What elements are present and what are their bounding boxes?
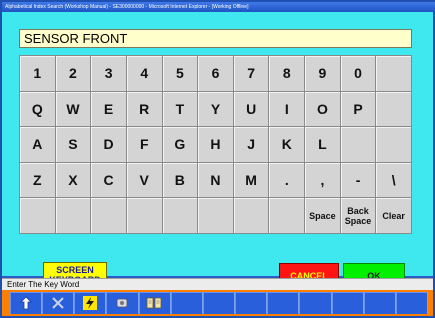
key-z[interactable]: Z xyxy=(20,162,56,199)
on-screen-keyboard: 1 2 3 4 5 6 7 8 9 0 Q W E R T Y U I O P A S D F G H J K L Z X C V B N M., - \… xyxy=(19,55,412,234)
book-icon xyxy=(146,295,162,311)
key-i[interactable]: I xyxy=(269,91,306,128)
key-6[interactable]: 6 xyxy=(198,56,234,92)
toolbar-blank-button[interactable] xyxy=(267,292,300,314)
key-c[interactable]: C xyxy=(91,162,127,199)
search-input[interactable]: SENSOR FRONT xyxy=(19,29,412,48)
key-w[interactable]: W xyxy=(55,91,92,128)
key-9[interactable]: 9 xyxy=(305,56,341,92)
key-l[interactable]: L xyxy=(305,127,341,163)
key-n[interactable]: N xyxy=(198,162,234,199)
lightning-button[interactable] xyxy=(74,292,107,314)
browser-window: Alphabetical Index Search (Workshop Manu… xyxy=(0,0,435,318)
key-t[interactable]: T xyxy=(162,91,199,128)
key-y[interactable]: Y xyxy=(198,91,234,128)
toolbar-blank-button[interactable] xyxy=(171,292,203,314)
parts-button[interactable] xyxy=(106,292,139,314)
status-bar: Enter The Key Word xyxy=(2,278,433,290)
key-v[interactable]: V xyxy=(126,162,163,199)
key-1[interactable]: 1 xyxy=(20,56,56,92)
key-j[interactable]: J xyxy=(233,127,270,163)
key-d[interactable]: D xyxy=(91,127,127,163)
key-blank[interactable] xyxy=(126,198,163,234)
key-2[interactable]: 2 xyxy=(55,56,92,92)
key-blank[interactable] xyxy=(20,198,56,234)
window-title: Alphabetical Index Search (Workshop Manu… xyxy=(2,2,435,12)
key-m[interactable]: M xyxy=(233,162,270,199)
key-4[interactable]: 4 xyxy=(126,56,163,92)
key-blank[interactable] xyxy=(376,91,412,128)
toolbar-blank-button[interactable] xyxy=(364,292,396,314)
toolbar-blank-button[interactable] xyxy=(396,292,429,314)
key-blank[interactable] xyxy=(269,198,306,234)
key-u[interactable]: U xyxy=(233,91,270,128)
key-5[interactable]: 5 xyxy=(162,56,199,92)
toolbar-buttons xyxy=(10,292,429,314)
key-r[interactable]: R xyxy=(126,91,163,128)
key-e[interactable]: E xyxy=(91,91,127,128)
key-space[interactable]: Space xyxy=(305,198,341,234)
key-a[interactable]: A xyxy=(20,127,56,163)
key-\[interactable]: \ xyxy=(376,162,412,199)
key-,[interactable]: , xyxy=(305,162,341,199)
key-blank[interactable] xyxy=(340,127,377,163)
key-8[interactable]: 8 xyxy=(269,56,306,92)
key-blank[interactable] xyxy=(376,56,412,92)
key-o[interactable]: O xyxy=(305,91,341,128)
toolbar-blank-button[interactable] xyxy=(299,292,332,314)
key-blank[interactable] xyxy=(162,198,199,234)
parts-icon xyxy=(114,295,130,311)
toolbar-blank-button[interactable] xyxy=(332,292,364,314)
return-button[interactable] xyxy=(10,292,43,314)
key-k[interactable]: K xyxy=(269,127,306,163)
key-x[interactable]: X xyxy=(55,162,92,199)
cross-tools-button[interactable] xyxy=(42,292,75,314)
key-back-space[interactable]: Back Space xyxy=(340,198,377,234)
bottom-toolbar xyxy=(2,290,433,316)
key-p[interactable]: P xyxy=(340,91,377,128)
key-3[interactable]: 3 xyxy=(91,56,127,92)
key-blank[interactable] xyxy=(55,198,92,234)
key-blank[interactable] xyxy=(376,127,412,163)
key-s[interactable]: S xyxy=(55,127,92,163)
return-icon xyxy=(18,295,34,311)
search-panel: SENSOR FRONT 1234567890 QWERTYUIOP ASDFGHJ… xyxy=(2,12,433,288)
cross-tools-icon xyxy=(50,295,66,311)
key-0[interactable]: 0 xyxy=(340,56,377,92)
toolbar-blank-button[interactable] xyxy=(235,292,268,314)
toolbar-blank-button[interactable] xyxy=(203,292,236,314)
key--[interactable]: - xyxy=(340,162,377,199)
key-q[interactable]: Q xyxy=(20,91,56,128)
key-h[interactable]: H xyxy=(198,127,234,163)
lightning-icon xyxy=(82,295,98,311)
key-.[interactable]: . xyxy=(269,162,306,199)
key-blank[interactable] xyxy=(233,198,270,234)
key-blank[interactable] xyxy=(91,198,127,234)
key-f[interactable]: F xyxy=(126,127,163,163)
key-blank[interactable] xyxy=(198,198,234,234)
key-clear[interactable]: Clear xyxy=(376,198,412,234)
key-7[interactable]: 7 xyxy=(233,56,270,92)
book-button[interactable] xyxy=(139,292,171,314)
key-b[interactable]: B xyxy=(162,162,199,199)
key-g[interactable]: G xyxy=(162,127,199,163)
